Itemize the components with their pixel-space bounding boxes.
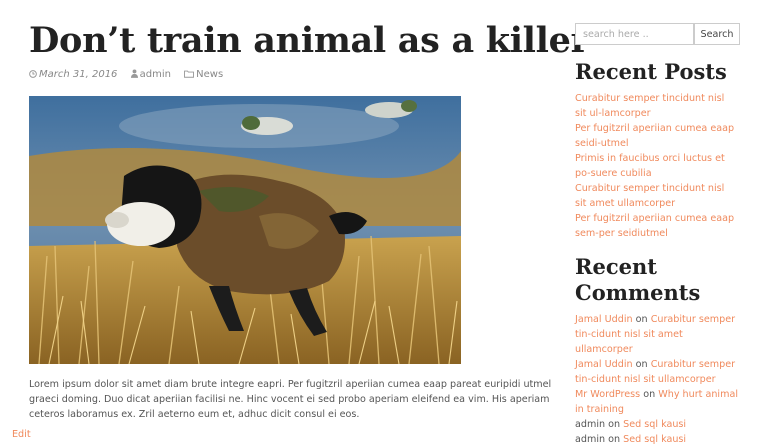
list-item: Jamal Uddin on Curabitur semper tin-cidu… bbox=[575, 312, 741, 357]
edit-link[interactable]: Edit bbox=[12, 429, 31, 440]
post-author-text: admin bbox=[139, 69, 171, 80]
post-meta: March 31, 2016 admin News bbox=[29, 69, 233, 80]
recent-posts-title: Recent Posts bbox=[575, 59, 727, 84]
comment-on-text: on bbox=[643, 389, 656, 400]
comment-author-link[interactable]: Jamal Uddin bbox=[575, 314, 633, 325]
comment-on-text: on bbox=[608, 419, 621, 430]
comment-author-text: admin bbox=[575, 419, 606, 430]
comment-author-link[interactable]: Mr WordPress bbox=[575, 389, 640, 400]
featured-image[interactable] bbox=[29, 96, 461, 364]
comment-on-text: on bbox=[635, 359, 648, 370]
recent-comments-title: Recent Comments bbox=[575, 254, 701, 305]
comment-post-link[interactable]: Sed sql kausi bbox=[623, 419, 686, 430]
comment-author-text: admin bbox=[575, 434, 606, 445]
post-date[interactable]: March 31, 2016 bbox=[29, 69, 117, 80]
post-excerpt: Lorem ipsum dolor sit amet diam brute in… bbox=[29, 379, 552, 420]
list-item: Curabitur semper tincidunt nisl sit ul-l… bbox=[575, 91, 737, 121]
search-button[interactable]: Search bbox=[694, 23, 740, 45]
list-item: Per fugitzril aperiian cumea eaap sem-pe… bbox=[575, 211, 737, 241]
comment-author-link[interactable]: Jamal Uddin bbox=[575, 359, 633, 370]
comment-on-text: on bbox=[635, 314, 648, 325]
dog-retrieving-duck-image bbox=[29, 96, 461, 364]
comment-on-text: on bbox=[608, 434, 621, 445]
recent-posts-list: Curabitur semper tincidunt nisl sit ul-l… bbox=[575, 91, 737, 241]
recent-post-link[interactable]: Primis in faucibus orci luctus et po-sue… bbox=[575, 153, 725, 179]
post-category-text: News bbox=[196, 69, 224, 80]
recent-comments-list: Jamal Uddin on Curabitur semper tin-cidu… bbox=[575, 312, 741, 447]
recent-post-link[interactable]: Per fugitzril aperiian cumea eaap seidi-… bbox=[575, 123, 734, 149]
recent-post-link[interactable]: Curabitur semper tincidunt nisl sit ul-l… bbox=[575, 93, 724, 119]
list-item: Curabitur semper tincidunt nisl sit amet… bbox=[575, 181, 737, 211]
post-title[interactable]: Don’t train animal as a killer bbox=[29, 19, 589, 63]
clock-icon bbox=[29, 70, 37, 78]
recent-post-link[interactable]: Per fugitzril aperiian cumea eaap sem-pe… bbox=[575, 213, 734, 239]
user-icon bbox=[130, 69, 138, 78]
comment-post-link[interactable]: Sed sql kausi bbox=[623, 434, 686, 445]
list-item: admin on Sed sql kausi bbox=[575, 432, 741, 447]
search-input[interactable] bbox=[575, 23, 694, 45]
post-category[interactable]: News bbox=[184, 69, 223, 80]
post-date-text: March 31, 2016 bbox=[39, 69, 118, 80]
list-item: admin on Sed sql kausi bbox=[575, 417, 741, 432]
folder-icon bbox=[184, 70, 195, 78]
recent-post-link[interactable]: Curabitur semper tincidunt nisl sit amet… bbox=[575, 183, 724, 209]
list-item: Primis in faucibus orci luctus et po-sue… bbox=[575, 151, 737, 181]
list-item: Per fugitzril aperiian cumea eaap seidi-… bbox=[575, 121, 737, 151]
list-item: Jamal Uddin on Curabitur semper tin-cidu… bbox=[575, 357, 741, 387]
list-item: Mr WordPress on Why hurt animal in train… bbox=[575, 387, 741, 417]
post-author[interactable]: admin bbox=[130, 69, 171, 80]
